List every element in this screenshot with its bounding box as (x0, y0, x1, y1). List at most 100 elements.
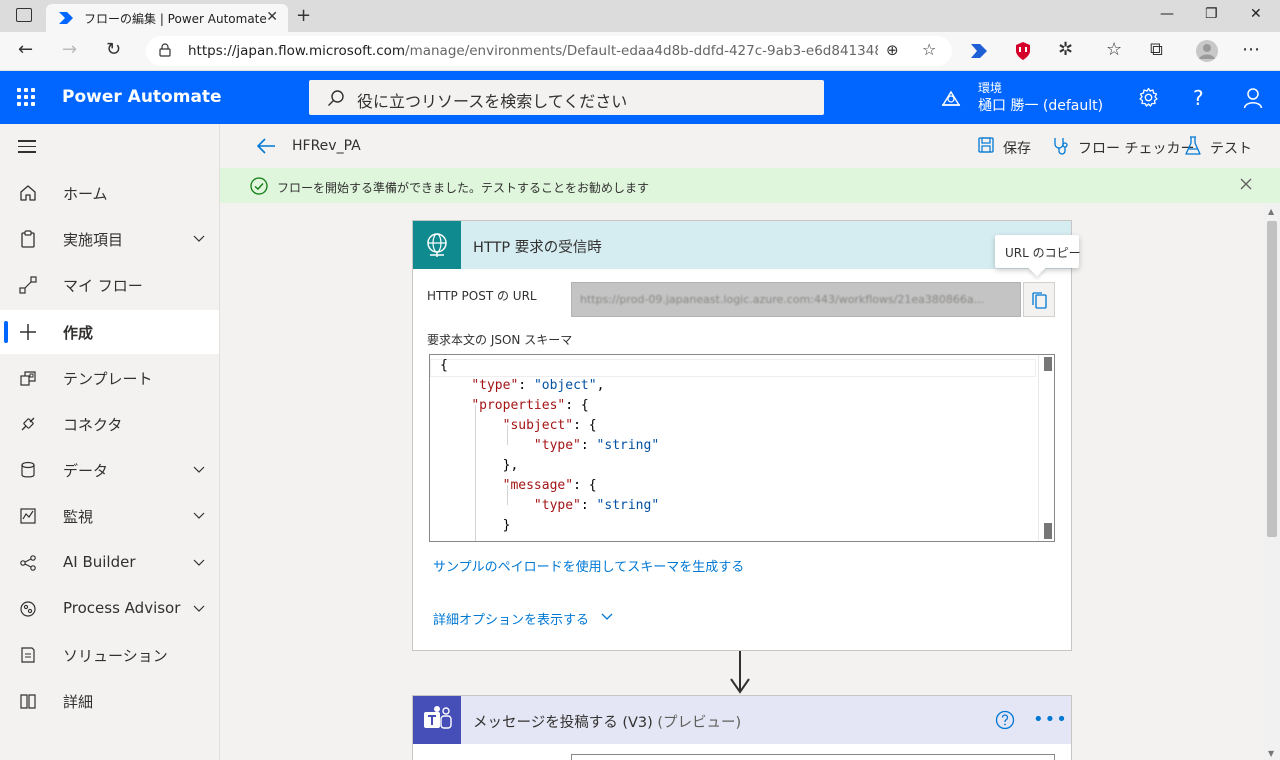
nav-item-2[interactable]: 実施項目 (0, 217, 219, 261)
nav-item-5[interactable]: テンプレート (0, 356, 219, 400)
power-automate-extension-icon[interactable] (970, 43, 988, 59)
forward-icon[interactable]: → (62, 40, 77, 60)
environment-name[interactable]: 樋口 勝一 (default) (978, 95, 1103, 115)
nav-item-4[interactable]: 作成 (0, 309, 219, 354)
zoom-icon[interactable]: ⊕ (886, 40, 899, 60)
address-bar[interactable]: https://japan.flow.microsoft.com/manage/… (146, 36, 952, 66)
nav-item-1[interactable]: ホーム (0, 171, 219, 215)
help-circle-icon[interactable] (995, 710, 1015, 730)
chevron-down-icon[interactable] (193, 602, 205, 614)
lock-icon (159, 43, 171, 57)
scroll-down-icon[interactable]: ▼ (1268, 749, 1274, 758)
success-banner: フローを開始する準備ができました。テストすることをお勧めします (220, 168, 1280, 203)
scroll-up-icon[interactable]: ▲ (1268, 207, 1274, 216)
code-value: "string" (596, 498, 660, 513)
favorites-icon[interactable]: ☆ (1106, 40, 1122, 60)
scroll-thumb[interactable] (1267, 221, 1277, 537)
process-advisor-icon (20, 601, 36, 617)
app-launcher-icon[interactable] (17, 88, 36, 107)
settings-more-icon[interactable]: ⋯ (1242, 40, 1260, 60)
http-post-url-field[interactable]: https://prod-09.japaneast.logic.azure.co… (571, 282, 1021, 317)
chevron-down-icon[interactable] (193, 509, 205, 521)
refresh-icon[interactable]: ↻ (106, 40, 121, 60)
database-icon (21, 462, 35, 478)
editor-scrollbar[interactable] (1038, 355, 1054, 541)
browser-tabstrip: フローの編集 | Power Automate ✕ + — ❐ ✕ (0, 0, 1280, 32)
chevron-down-icon[interactable] (193, 556, 205, 568)
restore-icon[interactable]: ❐ (1205, 6, 1218, 22)
collections-icon[interactable]: ⧉ (1150, 40, 1163, 60)
tab-close-icon[interactable]: ✕ (266, 9, 278, 25)
code-line: } (440, 518, 511, 538)
new-tab-icon[interactable]: + (296, 5, 311, 26)
chevron-down-icon[interactable] (193, 463, 205, 475)
save-label: 保存 (1003, 141, 1031, 157)
nav-item-7[interactable]: データ (0, 448, 219, 492)
hamburger-menu-icon[interactable] (18, 140, 36, 157)
nav-item-12[interactable]: 詳細 (0, 679, 219, 723)
save-button[interactable]: 保存 (977, 136, 1037, 157)
generate-schema-link[interactable]: サンプルのペイロードを使用してスキーマを生成する (433, 556, 744, 575)
canvas-scrollbar[interactable]: ▲ ▼ (1264, 203, 1280, 760)
nav-item-10[interactable]: Process Advisor (0, 587, 219, 631)
connector-icon (21, 417, 35, 431)
app-name[interactable]: Power Automate (62, 87, 222, 107)
nav-item-label: マイ フロー (63, 277, 143, 296)
flow-checker-button[interactable]: フロー チェッカー (1052, 136, 1194, 157)
shield-extension-icon[interactable] (1014, 41, 1032, 61)
preview-tag: (プレビュー) (657, 715, 742, 731)
url-text[interactable]: https://japan.flow.microsoft.com/manage/… (188, 43, 878, 59)
browser-tab[interactable]: フローの編集 | Power Automate ✕ (46, 4, 288, 32)
close-window-icon[interactable]: ✕ (1250, 6, 1262, 22)
copy-url-button[interactable] (1023, 282, 1055, 317)
test-button[interactable]: テスト (1184, 136, 1254, 157)
code-indent: { (440, 358, 448, 373)
extensions-icon[interactable]: ✲ (1058, 40, 1073, 60)
http-post-url-value: https://prod-09.japaneast.logic.azure.co… (580, 293, 985, 306)
chevron-down-icon[interactable] (193, 232, 205, 244)
json-schema-editor[interactable]: { "type": "object", "properties": { "sub… (429, 354, 1055, 542)
back-arrow-icon[interactable] (255, 136, 277, 156)
nav-item-9[interactable]: AI Builder (0, 541, 219, 585)
search-input[interactable]: 役に立つリソースを検索してください (309, 80, 824, 115)
settings-gear-icon[interactable] (1138, 87, 1159, 108)
nav-item-11[interactable]: ソリューション (0, 633, 219, 677)
code-line: { (440, 358, 448, 378)
account-icon[interactable] (1243, 87, 1263, 109)
template-icon (20, 371, 36, 386)
banner-close-icon[interactable] (1239, 177, 1253, 191)
solution-icon (21, 647, 35, 663)
nav-item-6[interactable]: コネクタ (0, 402, 219, 446)
advanced-options-toggle[interactable]: 詳細オプションを表示する (433, 609, 613, 628)
tab-actions-icon[interactable] (16, 8, 32, 22)
code-line: "type": "object", (440, 378, 604, 398)
nav-item-label: 詳細 (63, 693, 94, 712)
trigger-card-title: HTTP 要求の受信時 (473, 240, 602, 256)
nav-item-label: 監視 (63, 508, 94, 527)
nav-item-3[interactable]: マイ フロー (0, 263, 219, 307)
action-card-header[interactable]: メッセージを投稿する (V3) (プレビュー) ••• (413, 696, 1071, 744)
team-input-field[interactable] (571, 754, 1055, 760)
code-key: "type" (533, 438, 581, 453)
action-card-title: メッセージを投稿する (V3) (プレビュー) (473, 711, 741, 732)
nav-item-8[interactable]: 監視 (0, 494, 219, 538)
environment-label: 環境 (978, 81, 1003, 95)
more-options-icon[interactable]: ••• (1033, 711, 1068, 729)
code-key: "properties" (471, 398, 566, 413)
nav-item-label: ソリューション (63, 647, 168, 665)
help-question-icon[interactable]: ? (1193, 86, 1204, 110)
flow-designer-canvas: HTTP 要求の受信時 HTTP POST の URL https://prod… (220, 203, 1264, 760)
monitor-icon (20, 508, 36, 524)
copy-url-tooltip-text: URL のコピー (1005, 246, 1081, 260)
copy-url-tooltip: URL のコピー (995, 235, 1081, 268)
ai-builder-icon (20, 554, 36, 571)
environment-icon[interactable] (941, 89, 961, 107)
profile-avatar-icon[interactable] (1196, 40, 1218, 62)
minimize-icon[interactable]: — (1160, 6, 1174, 22)
test-label: テスト (1210, 141, 1252, 157)
trigger-card-header[interactable]: HTTP 要求の受信時 (413, 221, 1071, 269)
add-favorite-icon[interactable]: ☆ (922, 40, 936, 60)
flow-name[interactable]: HFRev_PA (292, 138, 361, 154)
back-icon[interactable]: ← (18, 40, 33, 60)
